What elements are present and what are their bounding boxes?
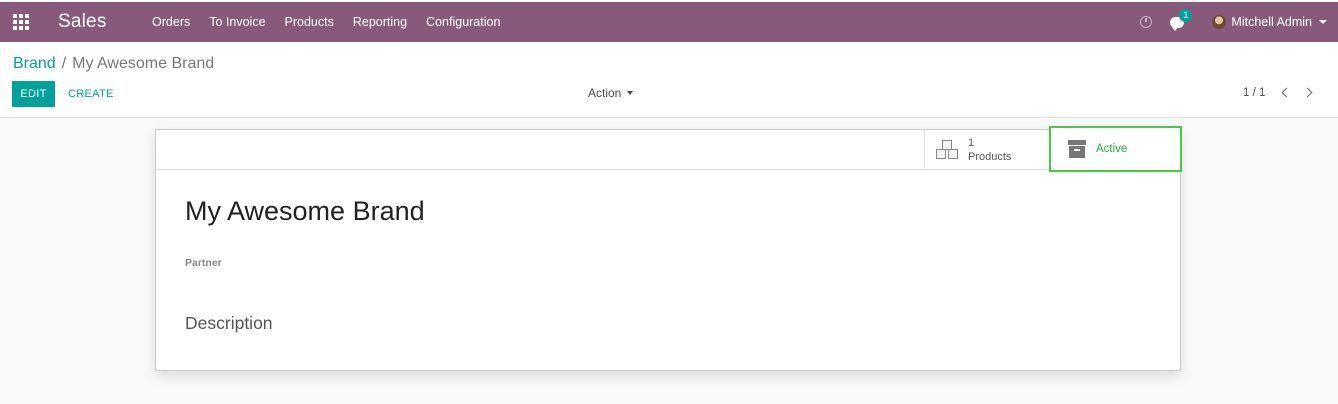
breadcrumb-current: My Awesome Brand bbox=[72, 55, 215, 72]
main-menu: Orders To Invoice Products Reporting Con… bbox=[143, 2, 510, 42]
chevron-left-icon[interactable] bbox=[1281, 87, 1292, 98]
chevron-down-icon bbox=[1319, 20, 1327, 24]
breadcrumb: Brand / My Awesome Brand bbox=[13, 55, 214, 73]
description-title: Description bbox=[185, 313, 273, 333]
edit-button[interactable]: EDIT bbox=[12, 81, 55, 107]
partner-label: Partner bbox=[185, 257, 222, 269]
chevron-right-icon[interactable] bbox=[1302, 87, 1313, 98]
button-box: 1 Products Active bbox=[156, 126, 1182, 172]
menu-item-to-invoice[interactable]: To Invoice bbox=[200, 2, 275, 42]
menu-item-configuration[interactable]: Configuration bbox=[417, 2, 510, 42]
record-title: My Awesome Brand bbox=[185, 196, 425, 226]
user-menu[interactable]: Mitchell Admin bbox=[1212, 15, 1327, 29]
app-name[interactable]: Sales bbox=[58, 11, 107, 33]
breadcrumb-brand-link[interactable]: Brand bbox=[13, 55, 56, 73]
caret-down-icon bbox=[627, 91, 634, 95]
menu-item-orders[interactable]: Orders bbox=[143, 2, 200, 42]
apps-menu-icon[interactable] bbox=[13, 14, 29, 30]
products-label: Products bbox=[968, 150, 1012, 163]
action-dropdown[interactable]: Action bbox=[588, 86, 634, 100]
action-dropdown-label: Action bbox=[588, 86, 622, 100]
products-stat-button[interactable]: 1 Products bbox=[924, 130, 1049, 169]
create-button[interactable]: CREATE bbox=[63, 81, 119, 107]
pager-value[interactable]: 1 / 1 bbox=[1243, 87, 1265, 99]
user-name: Mitchell Admin bbox=[1231, 15, 1312, 29]
chat-badge: 1 bbox=[1179, 8, 1193, 22]
top-navbar: Sales Orders To Invoice Products Reporti… bbox=[0, 2, 1338, 42]
menu-item-reporting[interactable]: Reporting bbox=[343, 2, 416, 42]
breadcrumb-separator: / bbox=[61, 55, 67, 72]
active-toggle-button[interactable]: Active bbox=[1049, 126, 1182, 172]
activity-clock-icon[interactable] bbox=[1140, 16, 1153, 28]
archive-icon bbox=[1068, 140, 1086, 158]
control-panel: Brand / My Awesome Brand EDIT CREATE Act… bbox=[0, 42, 1338, 118]
form-sheet: 1 Products Active My Awesome Brand Partn… bbox=[155, 126, 1182, 371]
products-count: 1 bbox=[968, 136, 975, 149]
messaging-menu[interactable]: 1 bbox=[1170, 8, 1193, 31]
cubes-icon bbox=[936, 139, 962, 161]
active-label: Active bbox=[1096, 143, 1128, 155]
avatar bbox=[1212, 15, 1227, 29]
menu-item-products[interactable]: Products bbox=[275, 2, 343, 42]
